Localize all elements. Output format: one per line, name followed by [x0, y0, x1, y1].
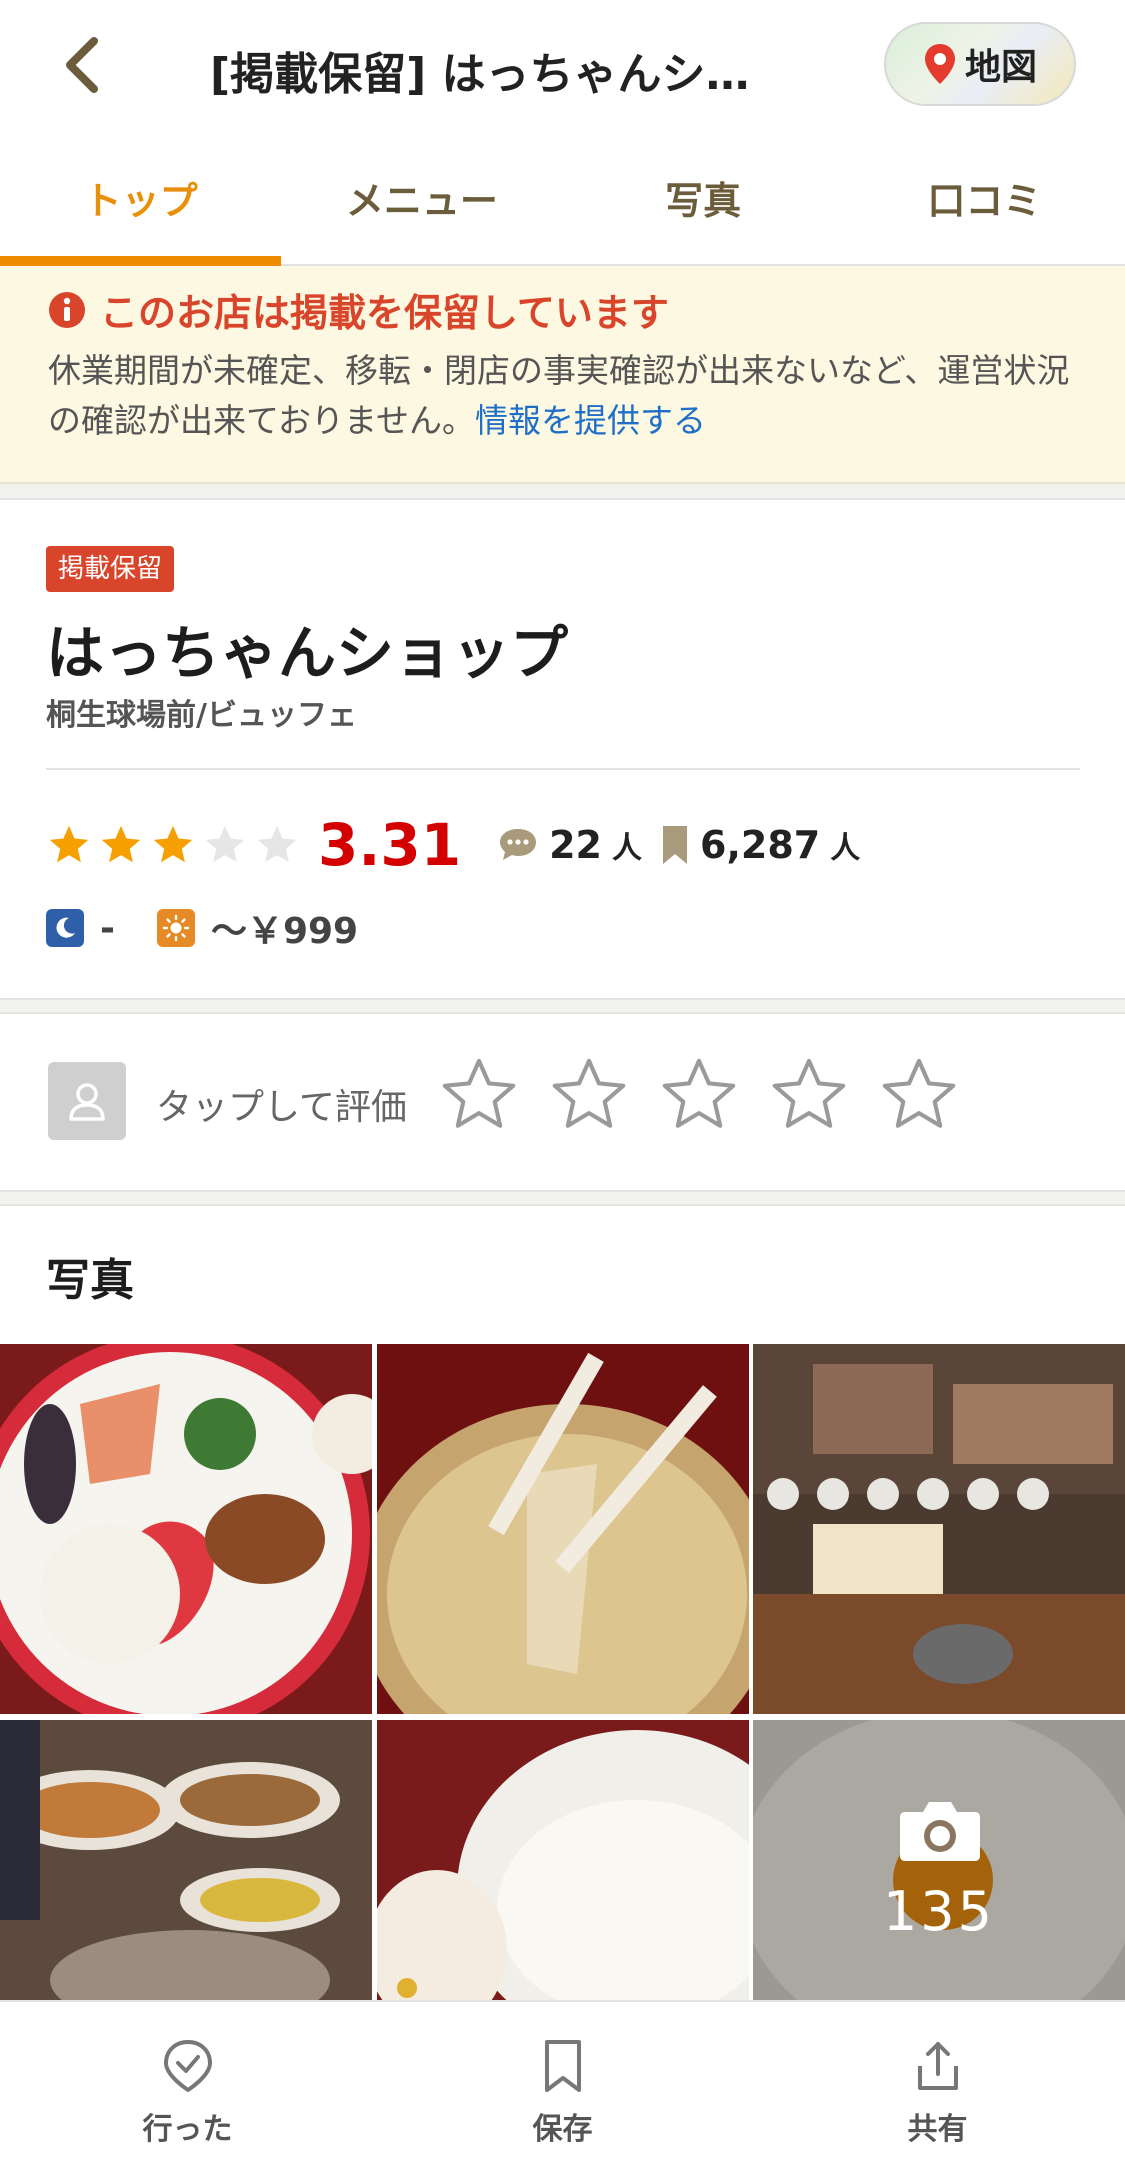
rate-star-2[interactable] [548, 1054, 630, 1136]
info-icon [49, 291, 85, 328]
photo-thumbnail[interactable] [0, 1344, 372, 1714]
tab-top[interactable]: トップ [0, 130, 282, 266]
went-label: 行った [142, 2112, 233, 2147]
star-filled-icon [101, 825, 141, 863]
reviews-count: 22 [549, 823, 602, 867]
bookmark-icon [663, 826, 687, 864]
notice-header: このお店は掲載を保留しています [48, 282, 669, 337]
suspension-notice: このお店は掲載を保留しています 休業期間が未確定、移転・閉店の事実確認が出来ない… [0, 266, 1125, 484]
tab-bar: トップ メニュー 写真 口コミ [0, 130, 1125, 266]
reviews-unit: 人 [612, 831, 642, 866]
star-filled-icon [153, 825, 193, 863]
rating-score: 3.31 [318, 811, 462, 879]
section-divider [0, 484, 1125, 500]
dinner-price: - [100, 907, 115, 949]
bookmark-outline-icon [544, 2040, 581, 2092]
rating-row: 3.31 22 人 6,287 人 [46, 810, 878, 880]
check-pin-icon [163, 2040, 212, 2092]
shop-name: はっちゃんショップ [46, 619, 569, 687]
save-label: 保存 [532, 2112, 593, 2147]
shop-info: 掲載保留 はっちゃんショップ 桐生球場前/ビュッフェ 3.31 22 人 6,2… [0, 500, 1125, 998]
tab-photos[interactable]: 写真 [563, 130, 844, 264]
share-label: 共有 [907, 2112, 968, 2147]
tab-menu[interactable]: メニュー [281, 130, 562, 264]
rate-section: タップして評価 [0, 1014, 1125, 1190]
rate-stars [438, 1054, 960, 1136]
sun-icon [156, 909, 195, 947]
tab-reviews[interactable]: 口コミ [844, 130, 1125, 264]
chevron-left-icon [66, 37, 98, 93]
photo-count: 135 [882, 1880, 996, 1943]
photo-thumbnail[interactable] [377, 1344, 749, 1714]
bottom-action-bar: 行った 保存 共有 [0, 2000, 1125, 2184]
map-pin-icon [924, 44, 955, 84]
lunch-price: ～￥999 [210, 911, 359, 952]
saved-stat[interactable]: 6,287 人 [660, 823, 860, 867]
camera-icon [900, 1802, 980, 1861]
saved-count: 6,287 [700, 823, 821, 867]
notice-body: 休業期間が未確定、移転・閉店の事実確認が出来ないなど、運営状況の確認が出来ており… [48, 346, 1078, 446]
rate-star-5[interactable] [878, 1054, 960, 1136]
star-empty-icon [205, 825, 245, 863]
page-title: [掲載保留] はっちゃんシ… [210, 49, 750, 100]
reviews-stat[interactable]: 22 人 [497, 823, 642, 867]
map-button[interactable]: 地図 [884, 22, 1076, 106]
comment-icon [500, 829, 537, 860]
moon-icon [46, 909, 84, 947]
photos-section-title: 写真 [46, 1255, 134, 1306]
save-button[interactable]: 保存 [375, 2002, 750, 2184]
rating-stars [46, 822, 300, 868]
went-button[interactable]: 行った [0, 2002, 375, 2184]
share-button[interactable]: 共有 [750, 2002, 1125, 2184]
saved-unit: 人 [830, 831, 861, 866]
notice-title: このお店は掲載を保留しています [100, 291, 669, 335]
status-badge: 掲載保留 [46, 546, 175, 592]
app-header: [掲載保留] はっちゃんシ… 地図 [0, 0, 1125, 130]
tap-to-rate-label: タップして評価 [156, 1087, 407, 1128]
photo-thumbnail[interactable] [753, 1344, 1125, 1714]
provide-info-link[interactable]: 情報を提供する [475, 401, 706, 440]
rate-star-4[interactable] [768, 1054, 850, 1136]
price-row: - ～￥999 [46, 900, 400, 956]
user-icon [69, 1083, 105, 1121]
share-icon [917, 2042, 958, 2090]
shop-area-genre: 桐生球場前/ビュッフェ [46, 698, 357, 733]
avatar [48, 1062, 126, 1140]
star-filled-icon [49, 825, 89, 863]
back-button[interactable] [52, 30, 112, 100]
section-divider [0, 998, 1125, 1014]
rate-star-1[interactable] [438, 1054, 520, 1136]
photo-grid: 135 [0, 1344, 1125, 2050]
rate-star-3[interactable] [658, 1054, 740, 1136]
star-empty-icon [257, 825, 297, 863]
map-button-label: 地図 [964, 47, 1037, 88]
section-divider [0, 1190, 1125, 1206]
divider [46, 768, 1080, 770]
